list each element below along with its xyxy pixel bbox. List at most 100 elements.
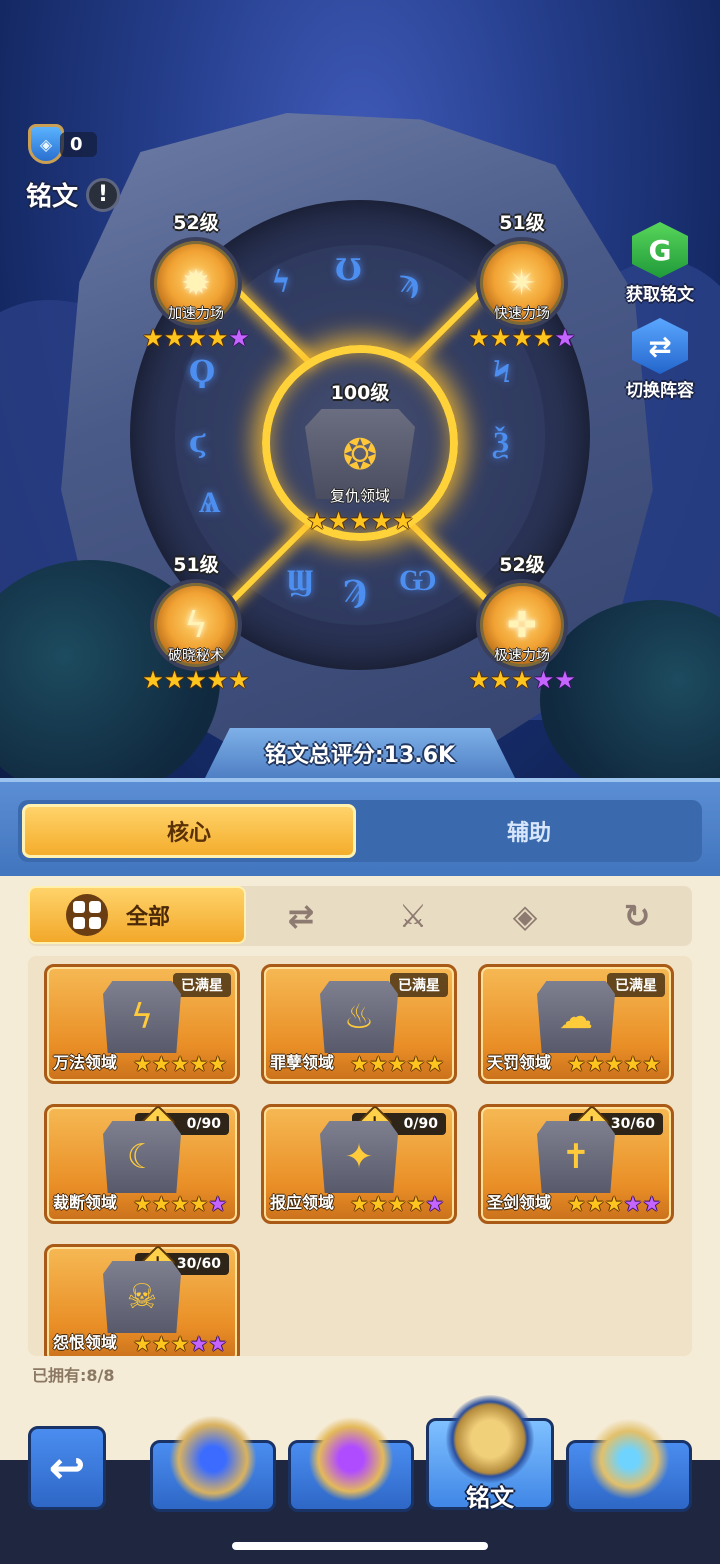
gold-star-icon: ★ — [327, 507, 350, 535]
rune-glyph: Ѯ — [493, 425, 509, 460]
rune-score-banner: 铭文总评分:13.6K — [205, 728, 515, 778]
lightning-rune-icon: ϟ — [103, 981, 181, 1053]
gold-star-icon: ★ — [133, 1192, 152, 1216]
swap-arrows-icon: ⇄ — [632, 318, 688, 374]
gold-star-icon: ★ — [206, 324, 229, 352]
rune-slot-top-left[interactable]: 52级 ✹ 加速力场 ★ ★ ★ ★ ★ — [136, 208, 256, 350]
gold-star-icon: ★ — [604, 1192, 624, 1216]
gold-star-icon: ★ — [185, 324, 207, 352]
skull-rune-icon: ☠ — [103, 1261, 181, 1333]
rune-name: 快速力场 — [494, 306, 550, 322]
gold-star-icon: ★ — [349, 507, 371, 535]
gem-filter-icon[interactable]: ◈ — [504, 896, 546, 936]
rune-stars: ★ ★ ★ ★ ★ — [290, 509, 430, 533]
purple-star-icon: ★ — [642, 1192, 662, 1216]
gold-star-icon: ★ — [189, 1192, 209, 1216]
gold-star-icon: ★ — [392, 507, 414, 535]
info-icon[interactable]: ! — [86, 177, 121, 212]
rune-card[interactable]: 已满星 ☁ 天罚领域 ★ ★ ★ ★ ★ — [478, 964, 674, 1084]
storm-cloud-rune-icon: ☁ — [537, 981, 615, 1053]
rune-card[interactable]: 30/60 + ☠ 怨恨领域 ★★★★★ — [44, 1244, 240, 1356]
gold-star-icon: ★ — [163, 324, 186, 352]
gold-star-icon: ★ — [350, 1192, 369, 1216]
shrine-icon — [585, 1415, 673, 1503]
rune-card[interactable]: 已满星 ♨ 罪孽领域 ★ ★ ★ ★ ★ — [261, 964, 457, 1084]
rune-slot-bottom-left[interactable]: 51级 ϟ 破晓秘术 ★ ★ ★ ★ ★ — [136, 550, 256, 692]
holy-sword-rune-icon: ✝ — [537, 1121, 615, 1193]
scythe-rune-icon: ☾ — [103, 1121, 181, 1193]
rune-name: 极速力场 — [494, 648, 550, 664]
tab-core[interactable]: 核心 — [22, 804, 356, 858]
filter-bar: 全部 ⇄ ⚔ ◈ ↻ — [28, 886, 692, 946]
nav-orb-button[interactable] — [288, 1415, 414, 1512]
rune-stars: ★ ★ ★ ★ ★ — [462, 668, 582, 692]
rune-card-name: 万法领域 — [53, 1053, 118, 1072]
purple-star-icon: ★ — [554, 666, 576, 694]
switch-lineup-button[interactable]: ⇄ 切换阵容 — [612, 318, 708, 401]
rune-card[interactable]: 0/90 + ✦ 报应领域 ★★★★★ — [261, 1104, 457, 1224]
nav-shrine-button[interactable] — [566, 1415, 692, 1512]
crossed-swords-filter-icon[interactable]: ⚔ — [392, 896, 434, 936]
gold-star-icon: ★ — [133, 1332, 152, 1356]
rune-scene: ϟ Ʊ ϡ Ϙ ϛ Ѧ Ϟ Ѯ Ϣ Ϡ Ѡ 100级 ❂ 复仇领域 ★ ★ ★ ★ ★ … — [0, 0, 720, 790]
swap-filter-icon[interactable]: ⇄ — [280, 896, 322, 936]
max-star-badge: 已满星 — [607, 973, 665, 997]
rune-card[interactable]: 已满星 ϟ 万法领域 ★ ★ ★ ★ ★ — [44, 964, 240, 1084]
rune-slot-top-right[interactable]: 51级 ✴ 快速力场 ★ ★ ★ ★ ★ — [462, 208, 582, 350]
gold-star-icon: ★ — [228, 666, 250, 694]
filter-all-button[interactable]: 全部 — [28, 886, 246, 944]
rune-level: 51级 — [173, 554, 219, 576]
center-rune-slot[interactable]: 100级 ❂ 复仇领域 ★ ★ ★ ★ ★ — [290, 378, 430, 533]
gold-star-icon: ★ — [350, 1052, 369, 1076]
purple-orb-icon — [307, 1415, 395, 1503]
gold-star-icon: ★ — [604, 1052, 624, 1076]
gold-star-icon: ★ — [489, 666, 512, 694]
get-rune-button[interactable]: G 获取铭文 — [612, 222, 708, 305]
gold-star-icon: ★ — [170, 1332, 190, 1356]
rune-card-stars: ★ ★ ★ ★ ★ — [133, 1194, 227, 1215]
gold-star-icon: ★ — [142, 666, 164, 694]
gold-star-icon: ★ — [170, 1052, 190, 1076]
gold-star-icon: ★ — [425, 1052, 445, 1076]
rune-card-name: 怨恨领域 — [53, 1333, 118, 1352]
rune-glyph: Ѧ — [199, 485, 221, 520]
gold-star-icon: ★ — [189, 1052, 209, 1076]
compass-orb-icon — [169, 1415, 257, 1503]
purple-star-icon: ★ — [554, 324, 576, 352]
gold-star-icon: ★ — [306, 507, 328, 535]
gold-star-icon: ★ — [642, 1052, 662, 1076]
rune-card[interactable]: 0/90 + ☾ 裁断领域 ★★★★★ — [44, 1104, 240, 1224]
rune-stars: ★ ★ ★ ★ ★ — [462, 326, 582, 350]
back-arrow-icon: ↩ — [48, 1442, 86, 1494]
switch-lineup-label: 切换阵容 — [626, 381, 694, 401]
purple-star-icon: ★ — [189, 1332, 209, 1356]
tab-assist[interactable]: 辅助 — [362, 804, 696, 858]
rune-stars: ★ ★ ★ ★ ★ — [136, 326, 256, 350]
rune-card[interactable]: 30/60 + ✝ 圣剑领域 ★★★★★ — [478, 1104, 674, 1224]
gold-star-icon: ★ — [511, 324, 533, 352]
gold-star-icon: ★ — [585, 1052, 605, 1076]
gold-star-icon: ★ — [567, 1192, 586, 1216]
gold-star-icon: ★ — [489, 324, 512, 352]
back-button[interactable]: ↩ — [28, 1426, 106, 1510]
nav-rune-button[interactable]: 铭文 — [426, 1395, 554, 1512]
gold-star-icon: ★ — [185, 666, 207, 694]
rune-slot-bottom-right[interactable]: 52级 ✜ 极速力场 ★ ★ ★ ★ ★ — [462, 550, 582, 692]
rune-card-name: 裁断领域 — [53, 1193, 118, 1212]
rune-name: 复仇领域 — [329, 487, 390, 505]
nav-active-label: 铭文 — [466, 1484, 514, 1512]
gold-star-icon: ★ — [368, 1052, 388, 1076]
get-rune-icon: G — [632, 222, 688, 278]
rune-glyph: ϡ — [399, 265, 420, 300]
shield-scroll-icon: ◈ — [28, 124, 64, 164]
page-title-group: 铭文 ! — [26, 176, 121, 213]
gold-star-icon: ★ — [151, 1192, 171, 1216]
currency-counter[interactable]: ◈ 0 — [28, 124, 97, 164]
rune-glyph: Ʊ — [335, 253, 362, 288]
rune-level: 100级 — [330, 382, 390, 404]
get-rune-label: 获取铭文 — [626, 285, 694, 305]
cycle-filter-icon[interactable]: ↻ — [616, 896, 658, 936]
nav-compass-button[interactable] — [150, 1415, 276, 1512]
gold-star-icon: ★ — [468, 666, 490, 694]
flame-rune-icon: ♨ — [320, 981, 398, 1053]
